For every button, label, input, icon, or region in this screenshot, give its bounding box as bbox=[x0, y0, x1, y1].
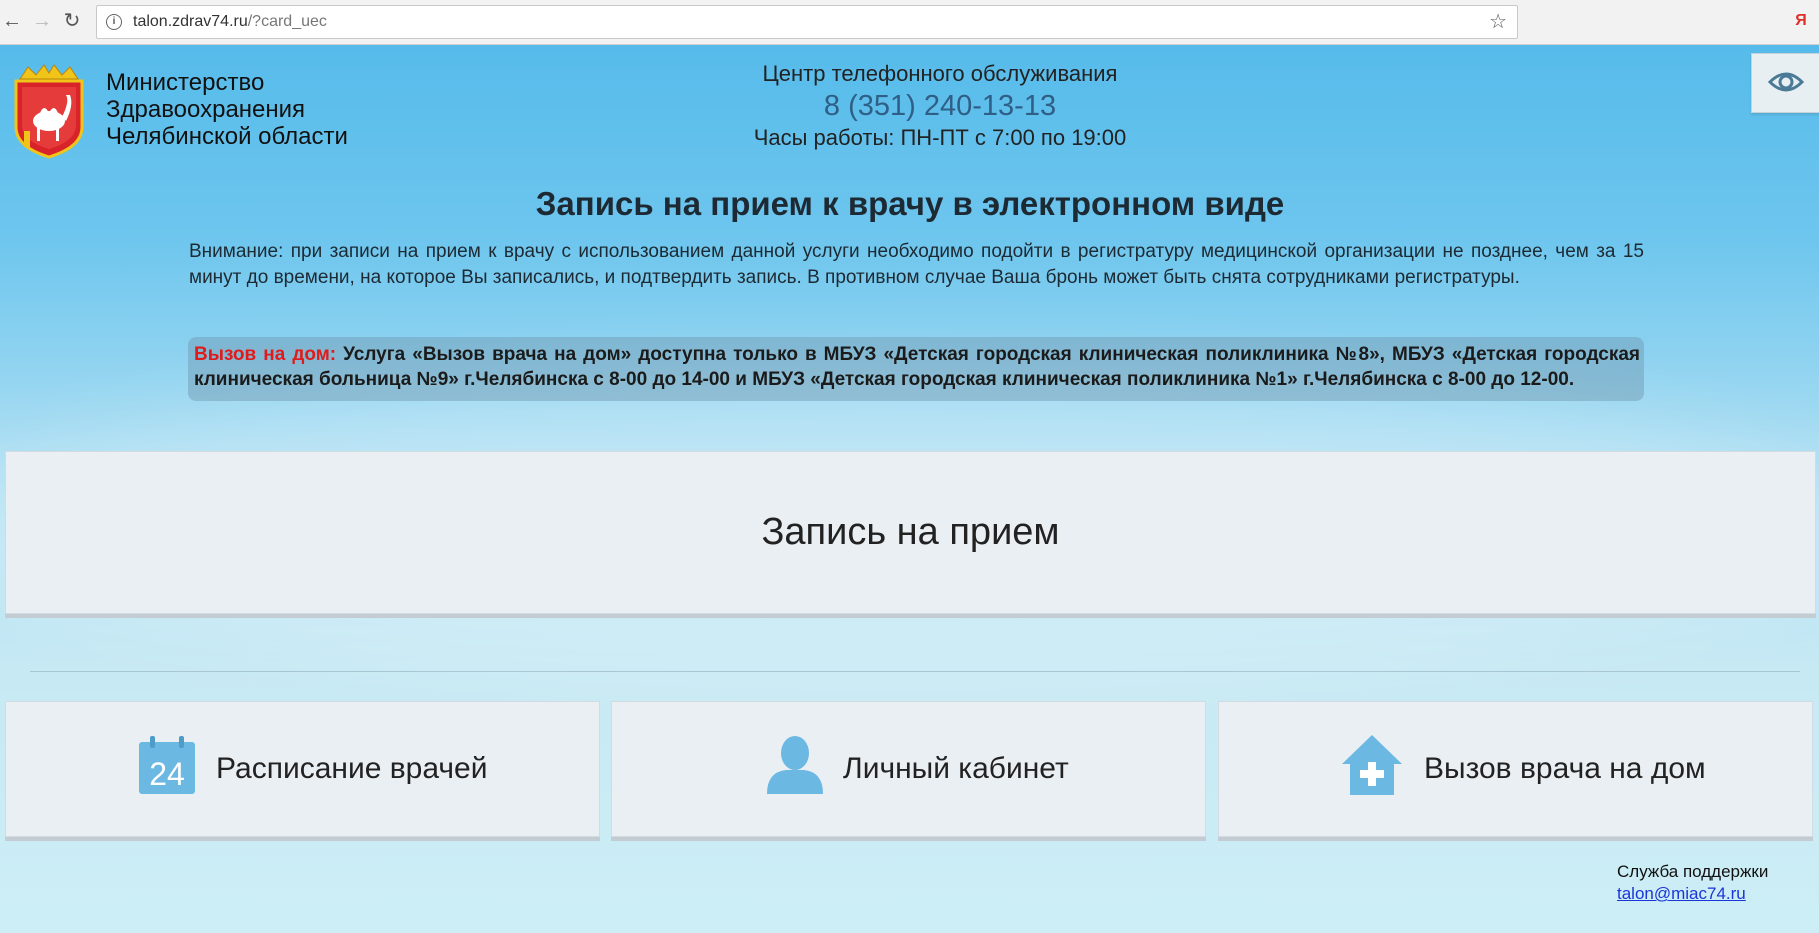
ministry-line-2: Здравоохранения bbox=[106, 96, 306, 123]
reload-icon[interactable]: ↻ bbox=[60, 8, 84, 34]
appointment-button-label: Запись на прием bbox=[761, 511, 1060, 553]
ministry-name: Министерство Здравоохранения Челябинской… bbox=[106, 69, 348, 150]
user-icon bbox=[767, 736, 823, 794]
yandex-icon[interactable]: Я bbox=[1790, 10, 1812, 32]
page-title: Запись на прием к врачу в электронном ви… bbox=[535, 185, 1285, 222]
home-call-text: Услуга «Вызов врача на дом» доступна тол… bbox=[194, 344, 1641, 390]
appointment-button[interactable]: Запись на прием bbox=[5, 451, 1816, 614]
accessibility-eye-button[interactable] bbox=[1751, 53, 1819, 113]
url-path: /?card_uec bbox=[247, 13, 327, 30]
bookmark-star-icon[interactable]: ☆ bbox=[1489, 9, 1507, 34]
home-doctor-call-label: Вызов врача на дом bbox=[1424, 752, 1706, 785]
call-center-phone: 8 (351) 240-13-13 bbox=[823, 90, 1057, 122]
home-call-text-block: Вызов на дом: Услуга «Вызов врача на дом… bbox=[194, 342, 1640, 392]
url-host: talon.zdrav74.ru bbox=[133, 13, 248, 30]
personal-cabinet-button[interactable]: Личный кабинет bbox=[611, 701, 1206, 837]
calendar-icon-day: 24 bbox=[149, 756, 185, 792]
back-arrow-icon[interactable]: ← bbox=[0, 8, 24, 34]
working-hours: Часы работы: ПН-ПТ с 7:00 по 19:00 bbox=[753, 125, 1127, 150]
browser-toolbar: ← → ↻ i talon.zdrav74.ru/?card_uec ☆ Я bbox=[0, 0, 1819, 45]
page-body: Министерство Здравоохранения Челябинской… bbox=[0, 45, 1819, 933]
ministry-line-1: Министерство bbox=[106, 69, 265, 96]
home-doctor-call-button[interactable]: Вызов врача на дом bbox=[1218, 701, 1813, 837]
call-center-label: Центр телефонного обслуживания bbox=[762, 61, 1118, 86]
info-icon[interactable]: i bbox=[106, 14, 122, 30]
address-url[interactable]: talon.zdrav74.ru/?card_uec bbox=[133, 6, 327, 38]
support-block: Служба поддержки talon@miac74.ru bbox=[1617, 861, 1768, 905]
personal-cabinet-label: Личный кабинет bbox=[843, 752, 1069, 785]
medical-house-icon bbox=[1342, 735, 1402, 795]
attention-notice: Внимание: при записи на прием к врачу с … bbox=[189, 241, 1644, 288]
support-email-link[interactable]: talon@miac74.ru bbox=[1617, 884, 1746, 903]
address-bar[interactable]: i talon.zdrav74.ru/?card_uec ☆ bbox=[96, 5, 1518, 39]
doctors-schedule-button[interactable]: 24 Расписание врачей bbox=[5, 701, 600, 837]
ministry-line-3: Челябинской области bbox=[106, 123, 348, 150]
home-call-label: Вызов на дом: bbox=[194, 344, 337, 365]
support-label: Служба поддержки bbox=[1617, 862, 1769, 881]
coat-of-arms-logo bbox=[14, 64, 84, 159]
eye-icon bbox=[1768, 72, 1804, 92]
calendar-icon: 24 bbox=[139, 736, 195, 794]
home-call-notice: Вызов на дом: Услуга «Вызов врача на дом… bbox=[188, 337, 1644, 401]
forward-arrow-icon[interactable]: → bbox=[30, 8, 54, 34]
doctors-schedule-label: Расписание врачей bbox=[216, 752, 488, 785]
section-divider bbox=[30, 671, 1800, 672]
call-center-block: Центр телефонного обслуживания 8 (351) 2… bbox=[650, 59, 1230, 153]
